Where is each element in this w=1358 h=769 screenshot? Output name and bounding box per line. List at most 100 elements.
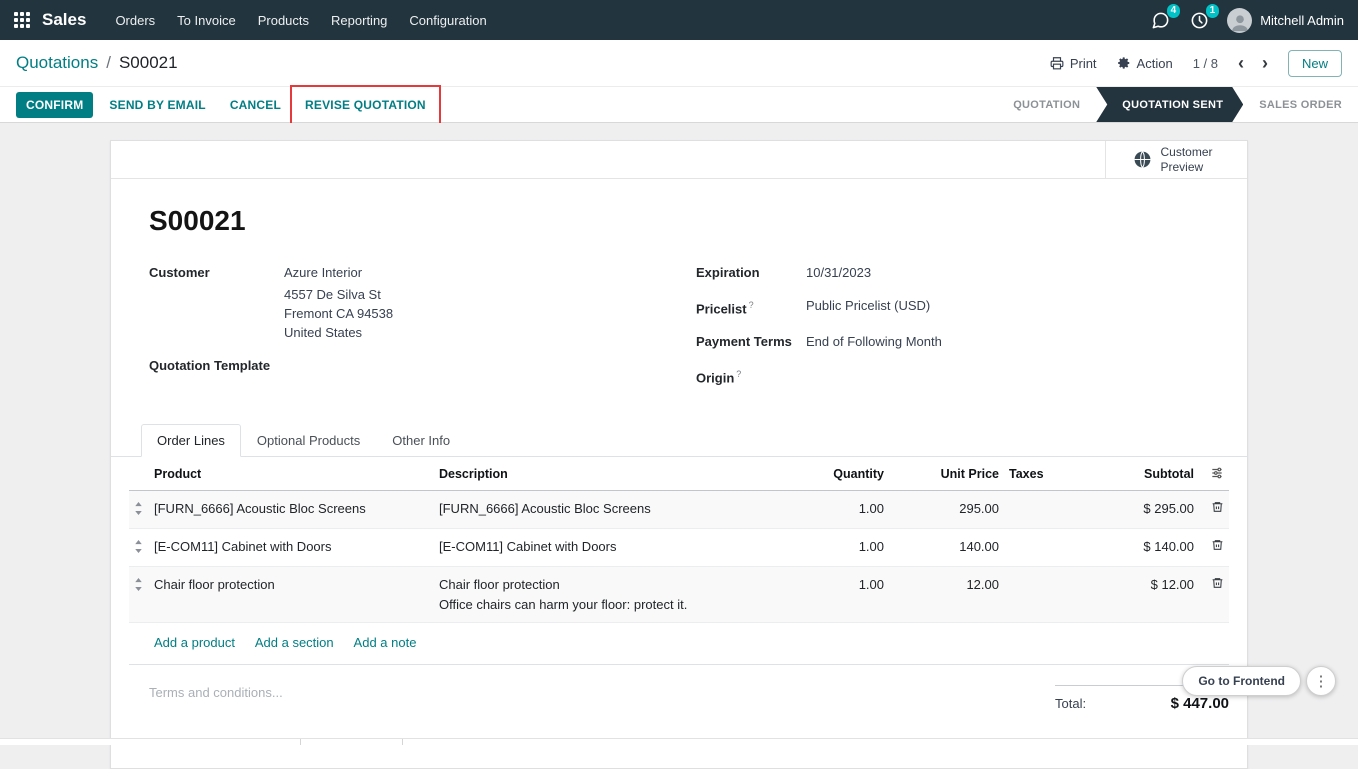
line-description-cell[interactable]: [FURN_6666] Acoustic Bloc Screens xyxy=(434,490,789,528)
tab-other-info[interactable]: Other Info xyxy=(376,424,466,457)
quotation-template-field-label: Quotation Template xyxy=(149,356,284,375)
top-navbar: Sales Orders To Invoice Products Reporti… xyxy=(0,0,1358,40)
activities-button[interactable]: 1 xyxy=(1180,0,1219,40)
total-label: Total: xyxy=(1055,696,1086,711)
go-to-frontend-button[interactable]: Go to Frontend xyxy=(1182,666,1301,696)
menu-reporting[interactable]: Reporting xyxy=(320,0,398,40)
payment-terms-value[interactable]: End of Following Month xyxy=(806,332,942,351)
line-unit-price-cell[interactable]: 140.00 xyxy=(889,528,1004,566)
delete-line-button[interactable] xyxy=(1199,528,1229,566)
line-subtotal-cell: $ 12.00 xyxy=(1079,566,1199,622)
breadcrumb-separator: / xyxy=(106,53,111,73)
pager-previous-icon[interactable]: ‹ xyxy=(1238,54,1244,72)
breadcrumb-current-record: S00021 xyxy=(119,53,178,73)
customer-field-label: Customer xyxy=(149,263,284,342)
origin-help-icon: ? xyxy=(736,369,741,379)
sheet-footer: Terms and conditions... Total: $ 447.00 xyxy=(111,665,1247,712)
print-button[interactable]: Print xyxy=(1050,56,1097,71)
vertical-dots-icon: ⋮ xyxy=(1314,672,1329,690)
user-name: Mitchell Admin xyxy=(1260,13,1344,28)
page-bottom-strip xyxy=(0,738,1358,745)
breadcrumb-quotations[interactable]: Quotations xyxy=(16,53,98,73)
pager-next-icon[interactable]: › xyxy=(1262,54,1268,72)
menu-orders[interactable]: Orders xyxy=(104,0,166,40)
add-a-product-link[interactable]: Add a product xyxy=(154,635,235,650)
navbar-systray: 4 1 Mitchell Admin xyxy=(1141,0,1344,40)
record-pager-count: 1 / 8 xyxy=(1193,56,1218,71)
sheet-button-box: Customer Preview xyxy=(111,141,1247,179)
order-line-row: [FURN_6666] Acoustic Bloc Screens [FURN_… xyxy=(129,490,1229,528)
quotation-sheet: Customer Preview S00021 Customer Azure I… xyxy=(110,140,1248,769)
line-product-cell[interactable]: [E-COM11] Cabinet with Doors xyxy=(149,528,434,566)
terms-and-conditions-placeholder[interactable]: Terms and conditions... xyxy=(149,685,283,700)
messages-button[interactable]: 4 xyxy=(1141,0,1180,40)
pricelist-value[interactable]: Public Pricelist (USD) xyxy=(806,296,930,318)
add-line-row: Add a product Add a section Add a note xyxy=(129,622,1229,664)
column-settings-icon xyxy=(1210,466,1224,480)
add-a-note-link[interactable]: Add a note xyxy=(354,635,417,650)
new-button[interactable]: New xyxy=(1288,50,1342,77)
line-taxes-cell[interactable] xyxy=(1004,528,1079,566)
drag-handle-icon xyxy=(134,502,143,515)
gear-icon xyxy=(1117,56,1131,70)
frontend-options-button[interactable]: ⋮ xyxy=(1306,666,1336,696)
drag-handle[interactable] xyxy=(129,566,149,622)
customer-preview-button[interactable]: Customer Preview xyxy=(1105,141,1247,178)
printer-icon xyxy=(1050,56,1064,70)
line-quantity-cell[interactable]: 1.00 xyxy=(789,490,889,528)
trash-icon xyxy=(1211,500,1224,514)
expiration-field-label: Expiration xyxy=(696,263,806,282)
line-taxes-cell[interactable] xyxy=(1004,566,1079,622)
handle-column-header xyxy=(129,457,149,491)
line-quantity-cell[interactable]: 1.00 xyxy=(789,566,889,622)
user-menu[interactable]: Mitchell Admin xyxy=(1219,8,1344,33)
taxes-column-header: Taxes xyxy=(1004,457,1079,491)
drag-handle[interactable] xyxy=(129,528,149,566)
optional-columns-button[interactable] xyxy=(1199,457,1229,491)
drag-handle-icon xyxy=(134,578,143,591)
customer-preview-label: Customer Preview xyxy=(1161,145,1221,175)
delete-line-button[interactable] xyxy=(1199,566,1229,622)
delete-line-button[interactable] xyxy=(1199,490,1229,528)
breadcrumb: Quotations / S00021 xyxy=(16,53,178,73)
statusbar-stages: QUOTATION QUOTATION SENT SALES ORDER xyxy=(997,87,1358,122)
add-a-section-link[interactable]: Add a section xyxy=(255,635,334,650)
tab-order-lines[interactable]: Order Lines xyxy=(141,424,241,457)
order-lines-table: Product Description Quantity Unit Price … xyxy=(111,457,1247,665)
expiration-value[interactable]: 10/31/2023 xyxy=(806,263,871,282)
payment-terms-field-label: Payment Terms xyxy=(696,332,806,351)
line-quantity-cell[interactable]: 1.00 xyxy=(789,528,889,566)
content-area: Customer Preview S00021 Customer Azure I… xyxy=(0,123,1358,745)
line-description-cell[interactable]: [E-COM11] Cabinet with Doors xyxy=(434,528,789,566)
trash-icon xyxy=(1211,538,1224,552)
menu-to-invoice[interactable]: To Invoice xyxy=(166,0,247,40)
line-product-cell[interactable]: [FURN_6666] Acoustic Bloc Screens xyxy=(149,490,434,528)
drag-handle[interactable] xyxy=(129,490,149,528)
line-taxes-cell[interactable] xyxy=(1004,490,1079,528)
line-unit-price-cell[interactable]: 12.00 xyxy=(889,566,1004,622)
confirm-button[interactable]: CONFIRM xyxy=(16,92,93,118)
app-brand[interactable]: Sales xyxy=(42,10,86,30)
stage-quotation-sent[interactable]: QUOTATION SENT xyxy=(1096,87,1243,122)
line-product-cell[interactable]: Chair floor protection xyxy=(149,566,434,622)
tab-optional-products[interactable]: Optional Products xyxy=(241,424,376,457)
send-by-email-button[interactable]: SEND BY EMAIL xyxy=(101,92,213,118)
revise-quotation-button[interactable]: REVISE QUOTATION xyxy=(297,92,434,118)
cancel-button[interactable]: CANCEL xyxy=(222,92,289,118)
line-description-cell[interactable]: Chair floor protection Office chairs can… xyxy=(434,566,789,622)
quotation-title: S00021 xyxy=(149,205,1219,237)
control-panel: Quotations / S00021 Print Action 1 / 8 ‹… xyxy=(0,40,1358,86)
menu-configuration[interactable]: Configuration xyxy=(398,0,497,40)
origin-field-label: Origin? xyxy=(696,365,806,387)
apps-menu-icon[interactable] xyxy=(14,12,30,28)
line-description-note: Office chairs can harm your floor: prote… xyxy=(439,595,784,614)
stage-sales-order[interactable]: SALES ORDER xyxy=(1243,87,1358,122)
customer-name-value[interactable]: Azure Interior xyxy=(284,263,393,282)
action-menu-button[interactable]: Action xyxy=(1117,56,1173,71)
unit-price-column-header: Unit Price xyxy=(889,457,1004,491)
stage-quotation[interactable]: QUOTATION xyxy=(997,87,1096,122)
line-unit-price-cell[interactable]: 295.00 xyxy=(889,490,1004,528)
menu-products[interactable]: Products xyxy=(247,0,320,40)
pricelist-help-icon: ? xyxy=(749,300,754,310)
line-subtotal-cell: $ 140.00 xyxy=(1079,528,1199,566)
